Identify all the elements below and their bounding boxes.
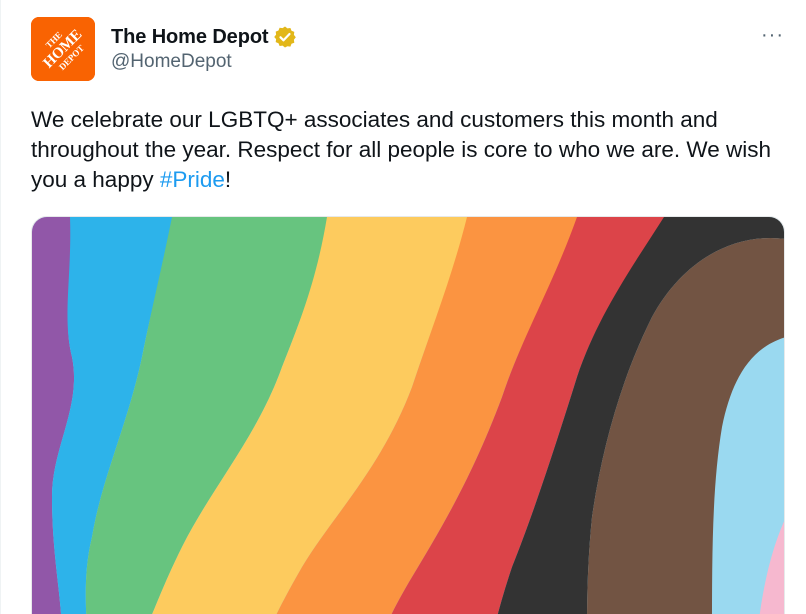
home-depot-logo-icon: THE HOME DEPOT [31, 17, 95, 81]
more-options-icon[interactable]: ··· [761, 25, 784, 45]
tweet-text: We celebrate our LGBTQ+ associates and c… [31, 105, 771, 195]
pride-waves-image [32, 217, 784, 614]
author-name-row: The Home Depot [111, 24, 297, 50]
tweet-media-image[interactable] [31, 216, 785, 614]
tweet-text-body: We celebrate our LGBTQ+ associates and c… [31, 107, 771, 192]
author-avatar[interactable]: THE HOME DEPOT [31, 17, 95, 81]
verified-badge-icon[interactable] [273, 25, 297, 49]
author-handle[interactable]: @HomeDepot [111, 51, 232, 73]
hashtag-pride-link[interactable]: #Pride [160, 167, 225, 192]
tweet-card: THE HOME DEPOT The Home Depot @HomeDepot… [0, 0, 806, 614]
tweet-text-suffix: ! [224, 167, 232, 192]
author-display-name[interactable]: The Home Depot [111, 26, 269, 49]
